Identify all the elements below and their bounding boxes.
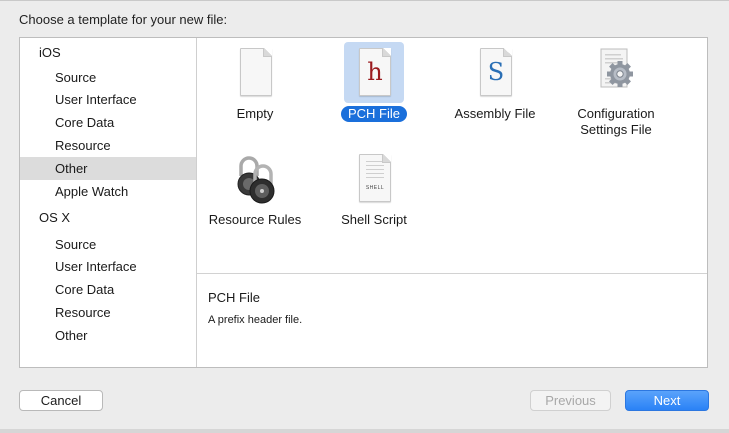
sidebar-item-osx-resource[interactable]: Resource [20,301,196,324]
description-text: A prefix header file. [208,314,303,326]
previous-button[interactable]: Previous [530,390,611,411]
template-tile-configuration-settings-file[interactable]: Configuration Settings File [558,39,674,143]
sidebar-item-osx-core-data[interactable]: Core Data [20,278,196,301]
template-label: Configuration Settings File [577,106,655,137]
sidebar-item-ios-core-data[interactable]: Core Data [20,111,196,134]
template-chooser-panel: iOS Source User Interface Core Data Reso… [19,37,708,368]
sidebar-group-ios[interactable]: iOS [20,41,215,64]
dialog-heading: Choose a template for your new file: [19,12,228,27]
gear-document-icon [586,42,646,103]
template-tile-shell-script[interactable]: SHELL Shell Script [316,145,432,249]
platform-sidebar[interactable]: iOS Source User Interface Core Data Reso… [20,38,197,367]
template-tile-assembly-file[interactable]: S Assembly File [437,39,553,143]
sidebar-item-osx-user-interface[interactable]: User Interface [20,255,196,278]
sidebar-item-ios-source[interactable]: Source [20,66,196,89]
sidebar-item-ios-other[interactable]: Other [20,157,196,180]
sidebar-item-osx-source[interactable]: Source [20,233,196,256]
sidebar-item-ios-apple-watch[interactable]: Apple Watch [20,180,196,203]
template-label: PCH File [316,106,432,122]
template-label: Assembly File [454,106,536,121]
template-label: Empty [236,106,274,121]
template-description: PCH File A prefix header file. [197,274,707,367]
cancel-button[interactable]: Cancel [19,390,103,411]
padlock-icon [225,148,285,209]
sidebar-group-osx[interactable]: OS X [20,206,215,229]
pch-file-icon: h [344,42,404,103]
template-tile-resource-rules[interactable]: Resource Rules [197,145,313,249]
window-bottom-edge [0,429,729,433]
template-tile-pch-file[interactable]: h PCH File [316,39,432,143]
sidebar-item-osx-other[interactable]: Other [20,324,196,347]
sidebar-item-ios-user-interface[interactable]: User Interface [20,88,196,111]
window-top-border [0,0,729,1]
template-grid: Empty h PCH File S Assembly File Configu… [197,38,707,274]
shell-script-icon: SHELL [344,148,404,209]
sidebar-item-ios-resource[interactable]: Resource [20,134,196,157]
assembly-file-icon: S [465,42,525,103]
empty-document-icon [225,42,285,103]
template-label: Resource Rules [208,212,302,227]
description-title: PCH File [208,290,261,305]
template-tile-empty[interactable]: Empty [197,39,313,143]
next-button[interactable]: Next [625,390,709,411]
template-label: Shell Script [341,212,407,227]
